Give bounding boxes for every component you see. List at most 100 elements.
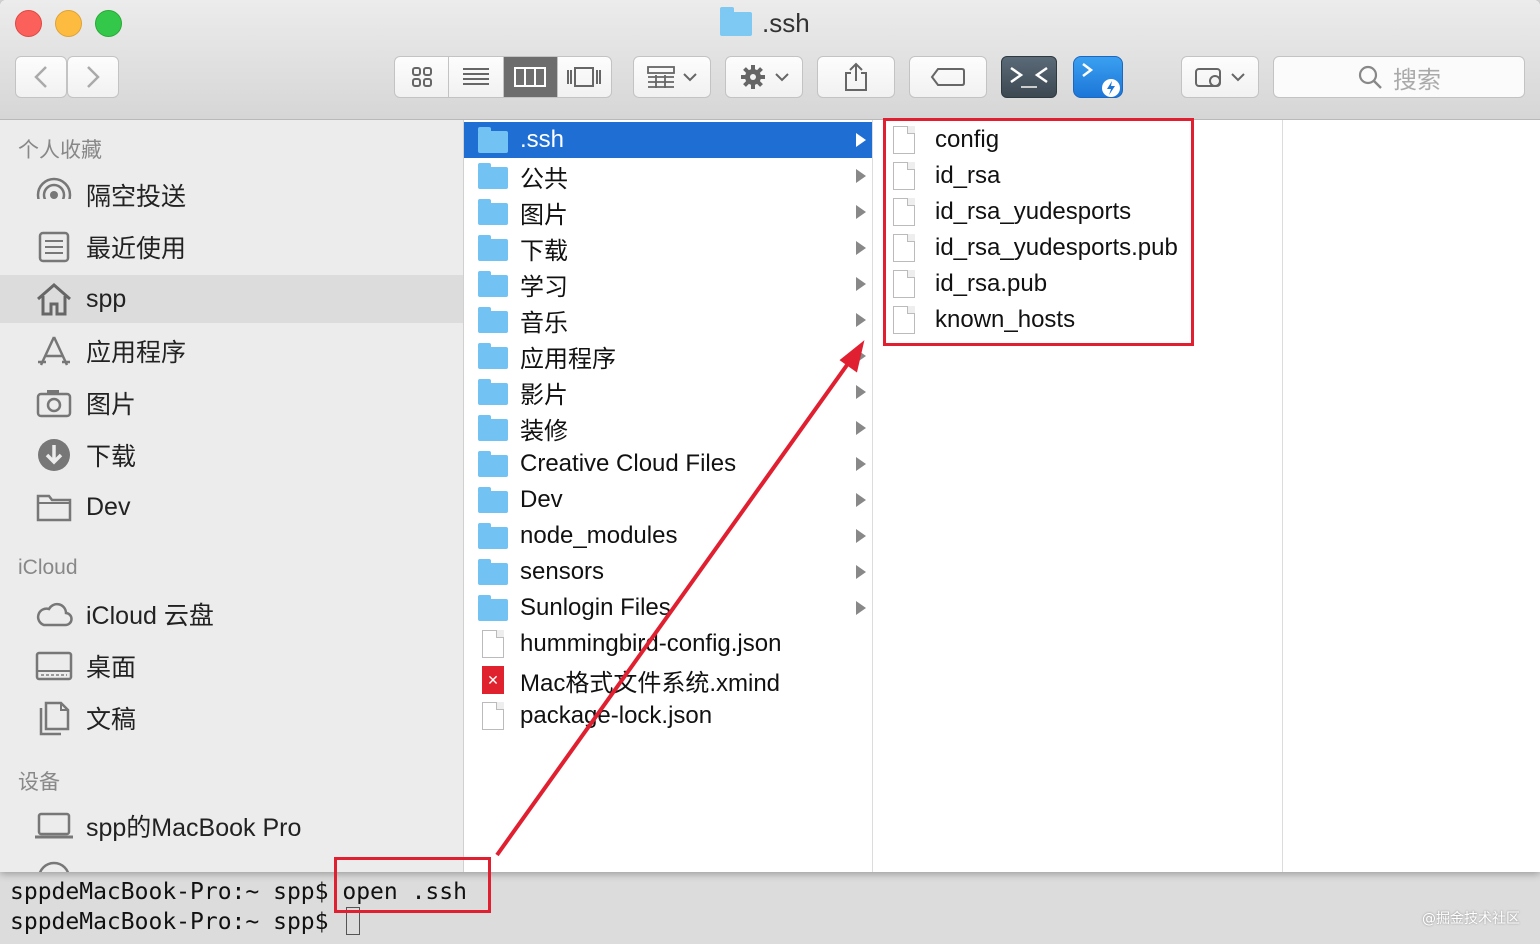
- sidebar-item-dev[interactable]: Dev: [0, 483, 463, 531]
- group-icon: [647, 66, 675, 88]
- minimize-button[interactable]: [55, 10, 82, 37]
- tabs-button[interactable]: [1181, 56, 1259, 98]
- sidebar-item-label: iCloud 云盘: [86, 602, 214, 630]
- columns-icon: [514, 67, 547, 87]
- close-button[interactable]: [15, 10, 42, 37]
- disclosure-arrow-icon: [856, 493, 866, 507]
- row-label: 图片: [520, 201, 568, 229]
- toolbar: .ssh 搜索: [0, 0, 1540, 120]
- window-title-label: .ssh: [762, 8, 810, 38]
- folder-icon: [34, 489, 74, 525]
- back-button[interactable]: [15, 56, 67, 98]
- folder-row[interactable]: Creative Cloud Files: [464, 446, 872, 482]
- disclosure-arrow-icon: [856, 529, 866, 543]
- sidebar-heading-icloud: iCloud: [18, 556, 78, 579]
- home-icon: [34, 281, 74, 317]
- sidebar-item-label: 最近使用: [86, 235, 187, 263]
- disclosure-arrow-icon: [856, 133, 866, 147]
- disclosure-arrow-icon: [856, 241, 866, 255]
- sidebar-item-applications[interactable]: 应用程序: [0, 327, 463, 375]
- finder-window: .ssh 搜索 个人收藏 隔空投送 最近使用 spp 应用程序 图片 下载 De…: [0, 0, 1540, 872]
- recents-icon: [34, 229, 74, 265]
- icon-view-button[interactable]: [395, 57, 450, 97]
- sidebar-item-recents[interactable]: 最近使用: [0, 223, 463, 271]
- folder-row[interactable]: .ssh: [464, 122, 872, 158]
- tag-icon: [930, 68, 965, 86]
- sidebar-item-macbook[interactable]: spp的MacBook Pro: [0, 802, 463, 850]
- terminal-line-2[interactable]: sppdeMacBook-Pro:~ spp$: [10, 907, 361, 935]
- folder-icon: [478, 486, 510, 514]
- folder-row[interactable]: 下载: [464, 230, 872, 266]
- folder-row[interactable]: Dev: [464, 482, 872, 518]
- terminal-prompt: sppdeMacBook-Pro:~ spp$: [10, 909, 343, 935]
- sidebar-heading-devices: 设备: [18, 771, 60, 794]
- disclosure-arrow-icon: [856, 169, 866, 183]
- folder-row[interactable]: 图片: [464, 194, 872, 230]
- folder-icon: [478, 594, 510, 622]
- terminal-app-button[interactable]: [1001, 56, 1057, 98]
- sidebar-item-airdrop[interactable]: 隔空投送: [0, 171, 463, 219]
- row-label: sensors: [520, 558, 605, 585]
- xmind-file-icon: ✕: [478, 666, 510, 694]
- folder-row[interactable]: 影片: [464, 374, 872, 410]
- column-empty: [1283, 120, 1540, 872]
- row-label: node_modules: [520, 522, 678, 549]
- watermark: @掘金技术社区: [1422, 911, 1520, 927]
- gear-icon: [741, 65, 765, 89]
- row-label: package-lock.json: [520, 702, 713, 729]
- file-row[interactable]: ✕ Mac格式文件系统.xmind: [464, 662, 872, 698]
- gallery-view-button[interactable]: [558, 57, 611, 97]
- gallery-icon: [567, 67, 602, 87]
- folder-row[interactable]: sensors: [464, 554, 872, 590]
- zoom-button[interactable]: [95, 10, 122, 37]
- folder-row[interactable]: 音乐: [464, 302, 872, 338]
- sidebar-item-home[interactable]: spp: [0, 275, 463, 323]
- folder-row[interactable]: 公共: [464, 158, 872, 194]
- shortcut-app-button[interactable]: [1073, 56, 1123, 98]
- search-field[interactable]: 搜索: [1273, 56, 1525, 98]
- folder-row[interactable]: 装修: [464, 410, 872, 446]
- sidebar-item-downloads[interactable]: 下载: [0, 431, 463, 479]
- sidebar-item-label: 下载: [86, 443, 137, 471]
- applications-icon: [34, 333, 74, 369]
- folder-row[interactable]: Sunlogin Files: [464, 590, 872, 626]
- sidebar-item-label: 文稿: [86, 706, 137, 734]
- column-view-button[interactable]: [503, 57, 558, 97]
- view-mode-selector: [394, 56, 612, 98]
- forward-button[interactable]: [67, 56, 119, 98]
- disclosure-arrow-icon: [856, 277, 866, 291]
- group-by-button[interactable]: [633, 56, 711, 98]
- search-placeholder: 搜索: [1393, 66, 1441, 94]
- row-label: 公共: [520, 165, 568, 193]
- laptop-icon: [34, 808, 74, 844]
- list-icon: [462, 68, 489, 85]
- folder-row[interactable]: 应用程序: [464, 338, 872, 374]
- file-row[interactable]: package-lock.json: [464, 698, 872, 734]
- annotation-box-command: [334, 857, 491, 913]
- sidebar-item-desktop[interactable]: 桌面: [0, 642, 463, 690]
- disclosure-arrow-icon: [856, 205, 866, 219]
- sidebar-item-icloud-drive[interactable]: iCloud 云盘: [0, 590, 463, 638]
- disclosure-arrow-icon: [856, 421, 866, 435]
- terminal-window: sppdeMacBook-Pro:~ spp$ open .ssh sppdeM…: [0, 860, 1540, 944]
- folder-row[interactable]: node_modules: [464, 518, 872, 554]
- cloud-icon: [34, 596, 74, 632]
- sidebar-item-label: 图片: [86, 391, 137, 419]
- sidebar-item-pictures[interactable]: 图片: [0, 379, 463, 427]
- prompt-lightning-icon: [1082, 63, 1120, 97]
- tags-button[interactable]: [909, 56, 987, 98]
- sidebar-item-documents[interactable]: 文稿: [0, 694, 463, 742]
- row-label: .ssh: [520, 126, 565, 153]
- folder-icon: [478, 378, 510, 406]
- row-label: 应用程序: [520, 345, 616, 373]
- file-row[interactable]: hummingbird-config.json: [464, 626, 872, 662]
- action-button[interactable]: [725, 56, 803, 98]
- list-view-button[interactable]: [449, 57, 504, 97]
- folder-icon: [478, 162, 510, 190]
- document-icon: [478, 630, 510, 658]
- folder-icon: [720, 6, 752, 36]
- sidebar-item-label: 桌面: [86, 654, 137, 682]
- row-label: 学习: [520, 273, 568, 301]
- folder-row[interactable]: 学习: [464, 266, 872, 302]
- share-button[interactable]: [817, 56, 895, 98]
